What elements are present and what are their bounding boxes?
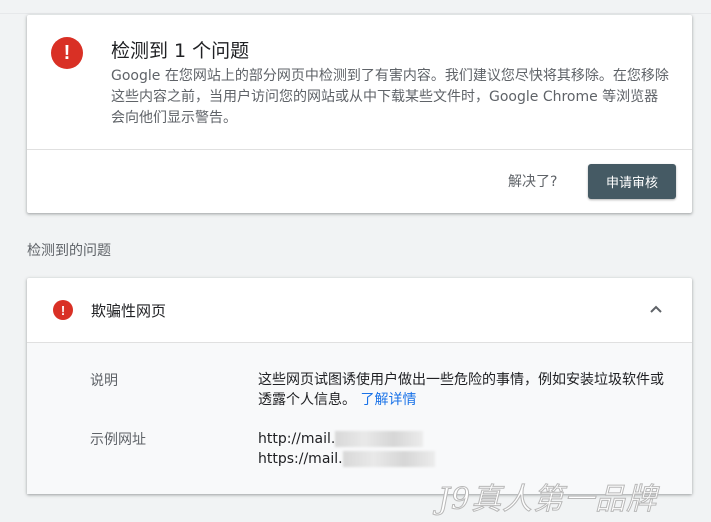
example-urls: http://mail. https://mail. — [258, 429, 668, 469]
redacted-url-part — [335, 431, 424, 447]
resolved-label: 解决了? — [508, 174, 558, 190]
redacted-url-part — [342, 451, 435, 467]
summary-title: 检测到 1 个问题 — [111, 40, 250, 62]
summary-description: Google 在您网站上的部分网页中检测到了有害内容。我们建议您尽快将其移除。在… — [111, 68, 669, 126]
example-url-text: http://mail. — [258, 431, 336, 447]
issue-summary-card: ! 检测到 1 个问题 Google 在您网站上的部分网页中检测到了有害内容。我… — [27, 15, 692, 213]
example-url[interactable]: http://mail. — [258, 429, 668, 449]
request-review-button[interactable]: 申请审核 — [588, 164, 676, 199]
issue-title: 欺骗性网页 — [91, 302, 167, 320]
error-icon: ! — [53, 300, 73, 320]
watermark: J9真人第一品牌 — [437, 482, 658, 518]
learn-more-link[interactable]: 了解详情 — [360, 392, 416, 408]
divider — [27, 149, 692, 150]
issue-header[interactable]: ! 欺骗性网页 — [27, 278, 692, 342]
description-value: 这些网页试图诱使用户做出一些危险的事情，例如安装垃圾软件或透露个人信息。 了解详… — [258, 370, 668, 410]
examples-label: 示例网址 — [90, 432, 146, 448]
issue-body: 说明 这些网页试图诱使用户做出一些危险的事情，例如安装垃圾软件或透露个人信息。 … — [27, 342, 692, 494]
example-url-text: https://mail. — [258, 451, 343, 467]
chevron-up-icon[interactable] — [647, 302, 665, 316]
description-text: 这些网页试图诱使用户做出一些危险的事情，例如安装垃圾软件或透露个人信息。 — [258, 372, 664, 408]
example-url[interactable]: https://mail. — [258, 449, 668, 469]
issue-detail-card: ! 欺骗性网页 说明 这些网页试图诱使用户做出一些危险的事情，例如安装垃圾软件或… — [27, 278, 692, 494]
error-icon: ! — [51, 37, 83, 69]
top-bar — [0, 0, 711, 14]
description-label: 说明 — [90, 373, 118, 389]
issues-section-label: 检测到的问题 — [27, 243, 111, 259]
